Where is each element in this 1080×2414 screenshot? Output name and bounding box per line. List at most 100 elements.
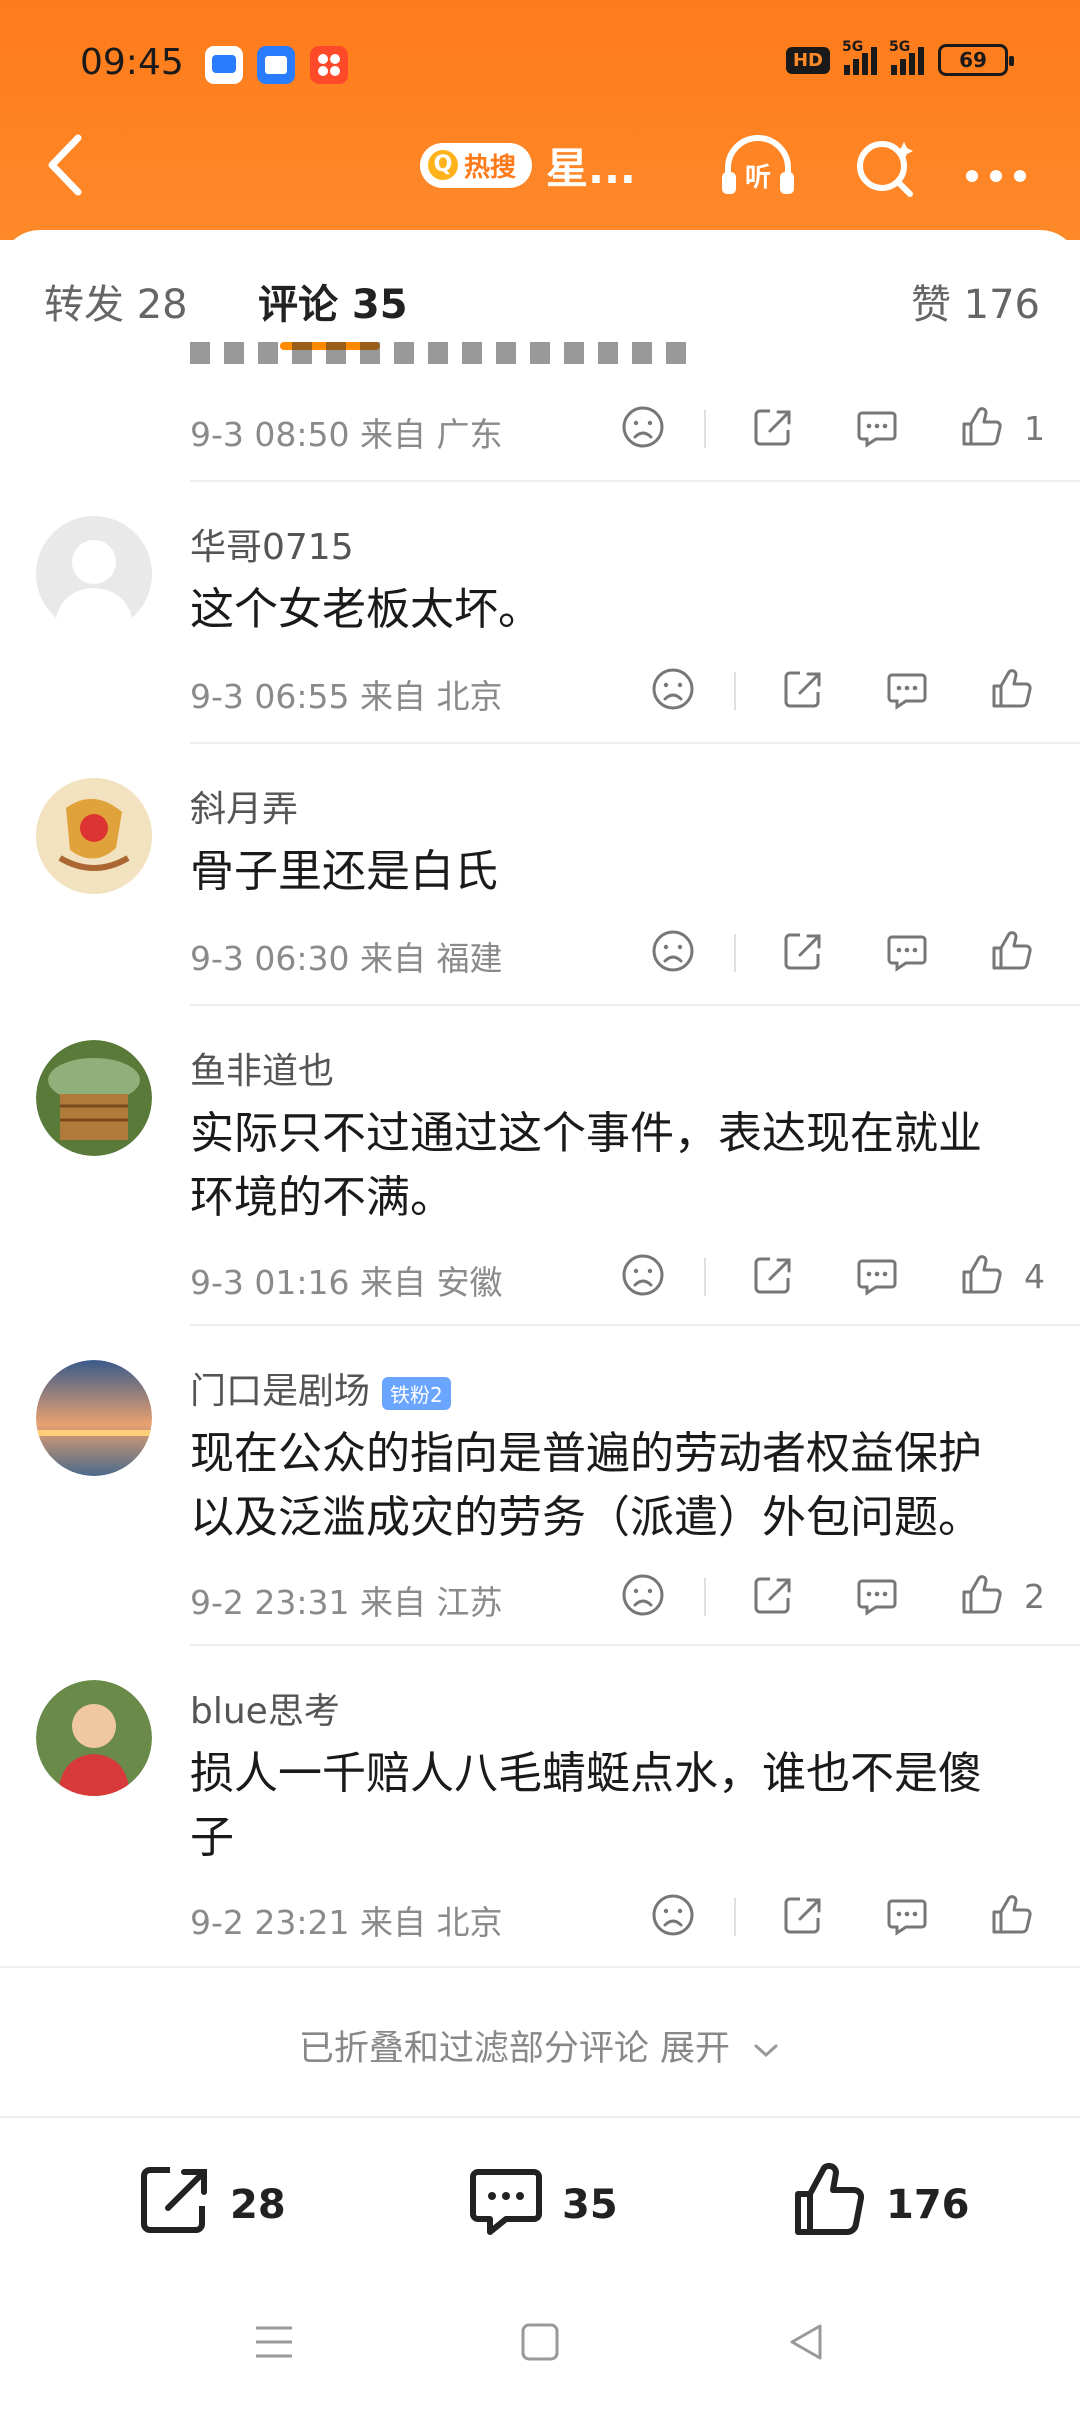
reply-icon[interactable] [884, 666, 934, 716]
avatar[interactable] [36, 1680, 152, 1796]
bottom-action-bar: 28 35 176 [0, 2116, 1080, 2276]
tab-likes[interactable]: 赞 176 [911, 272, 1040, 330]
avatar[interactable] [36, 778, 152, 894]
share-icon[interactable] [780, 666, 830, 716]
avatar[interactable] [36, 1040, 152, 1156]
tab-repost[interactable]: 转发 28 [44, 272, 188, 330]
comment-actions [650, 928, 1070, 978]
comment-item: 斜月弄 骨子里还是白氏 9-3 06:30 来自 福建 [0, 744, 1080, 1006]
comment-username[interactable]: 门口是剧场 铁粉2 [190, 1362, 451, 1414]
comment-username[interactable]: 鱼非道也 [190, 1042, 334, 1094]
dislike-icon[interactable] [650, 1892, 700, 1942]
cloud-app-icon [257, 46, 295, 84]
home-icon[interactable] [518, 2320, 562, 2368]
comment-meta: 9-3 08:50 来自 广东 [190, 415, 503, 454]
comment-meta: 9-2 23:31 来自 江苏 [190, 1583, 503, 1622]
comment-button[interactable]: 35 [466, 2160, 618, 2250]
comment-item: 华哥0715 这个女老板太坏。 9-3 06:55 来自 北京 [0, 482, 1080, 744]
comment-item: blue思考 损人一千赔人八毛蜻蜓点水，谁也不是傻 子 9-2 23:21 来自… [0, 1646, 1080, 1966]
like-icon[interactable] [988, 1892, 1038, 1942]
top-header: 09:45 HD 5G 5G 69 Q 热搜 星... 听 [0, 0, 1080, 240]
menu-icon[interactable] [252, 2320, 296, 2368]
dislike-icon[interactable] [650, 666, 700, 716]
back-arrow-icon[interactable] [38, 130, 98, 200]
comment-actions: 4 [620, 1252, 1060, 1302]
comment-meta: 9-3 01:16 来自 安徽 [190, 1263, 503, 1302]
like-count: 1 [1024, 409, 1045, 448]
hot-search-entry[interactable]: Q 热搜 星... [420, 140, 636, 193]
expand-collapsed-comments[interactable]: 已折叠和过滤部分评论 展开 [0, 2020, 1080, 2071]
hot-search-badge: Q 热搜 [420, 142, 533, 188]
clock: 09:45 [80, 42, 184, 83]
battery-icon: 69 [938, 44, 1014, 76]
page-title: 星... [546, 143, 636, 193]
avatar[interactable] [36, 1360, 152, 1476]
share-icon[interactable] [780, 928, 830, 978]
reply-icon[interactable] [884, 928, 934, 978]
reply-icon[interactable] [854, 1572, 904, 1622]
comment-meta: 9-2 23:21 来自 北京 [190, 1903, 503, 1942]
comment-item: 鱼非道也 实际只不过通过这个事件，表达现在就业 环境的不满。 9-3 01:16… [0, 1006, 1080, 1326]
action-divider [734, 1898, 736, 1936]
chevron-down-icon [751, 2030, 781, 2070]
comment-actions: 2 [620, 1572, 1060, 1622]
tab-comments[interactable]: 评论 35 [258, 272, 408, 330]
comment-text: 实际只不过通过这个事件，表达现在就业 环境的不满。 [190, 1108, 982, 1223]
tab-bar: 转发 28 评论 35 赞 176 [0, 230, 1080, 360]
reply-icon[interactable] [854, 1252, 904, 1302]
like-icon[interactable] [988, 928, 1038, 978]
status-indicators: HD 5G 5G 69 [785, 39, 1014, 76]
comment-text: 这个女老板太坏。 [190, 584, 542, 635]
share-icon[interactable] [750, 404, 800, 454]
comment-meta: 9-3 06:30 来自 福建 [190, 939, 503, 978]
shop-app-icon [310, 46, 348, 84]
comment-username[interactable]: 斜月弄 [190, 780, 298, 832]
dislike-icon[interactable] [620, 1572, 670, 1622]
share-icon[interactable] [750, 1572, 800, 1622]
avatar[interactable] [36, 516, 152, 632]
app-notification-icon [205, 46, 243, 84]
comment-text: 损人一千赔人八毛蜻蜓点水，谁也不是傻 子 [190, 1748, 982, 1863]
signal-icon: 5G [842, 39, 877, 75]
action-divider [734, 934, 736, 972]
dislike-icon[interactable] [620, 1252, 670, 1302]
comment-item-partial: 9-3 08:50 来自 广东 1 [0, 342, 1080, 482]
comment-actions [650, 1892, 1070, 1942]
status-bar: 09:45 HD 5G 5G 69 [0, 30, 1080, 100]
comment-text: 骨子里还是白氏 [190, 846, 498, 897]
comment-username[interactable]: 华哥0715 [190, 518, 354, 570]
reply-icon[interactable] [854, 404, 904, 454]
action-divider [704, 410, 706, 448]
fan-badge: 铁粉2 [382, 1376, 451, 1410]
nav-bar: Q 热搜 星... 听 [0, 120, 1080, 210]
like-icon[interactable] [958, 404, 1008, 454]
comment-actions [650, 666, 1070, 716]
system-nav-bar [0, 2300, 1080, 2390]
back-icon[interactable] [784, 2320, 828, 2368]
comment-text: 现在公众的指向是普遍的劳动者权益保护 以及泛滥成灾的劳务（派遣）外包问题。 [190, 1428, 982, 1543]
reply-icon[interactable] [884, 1892, 934, 1942]
partial-text-fragment [190, 342, 690, 368]
comment-actions: 1 [620, 404, 1060, 454]
dislike-icon[interactable] [620, 404, 670, 454]
dislike-icon[interactable] [650, 928, 700, 978]
svg-text:听: 听 [745, 163, 771, 193]
search-icon[interactable] [846, 134, 926, 200]
like-count: 2 [1024, 1577, 1045, 1616]
signal-icon-2: 5G [889, 39, 924, 75]
share-icon[interactable] [780, 1892, 830, 1942]
like-icon[interactable] [958, 1572, 1008, 1622]
like-icon[interactable] [958, 1252, 1008, 1302]
listen-icon[interactable]: 听 [718, 134, 798, 200]
comment-item: 门口是剧场 铁粉2 现在公众的指向是普遍的劳动者权益保护 以及泛滥成灾的劳务（派遣… [0, 1326, 1080, 1646]
share-icon[interactable] [750, 1252, 800, 1302]
like-icon[interactable] [988, 666, 1038, 716]
share-icon [134, 2160, 214, 2250]
more-icon[interactable] [956, 134, 1036, 200]
comment-username[interactable]: blue思考 [190, 1682, 340, 1734]
like-button[interactable]: 176 [790, 2160, 970, 2250]
repost-button[interactable]: 28 [134, 2160, 286, 2250]
comment-meta: 9-3 06:55 来自 北京 [190, 677, 503, 716]
search-mini-icon: Q [428, 150, 458, 180]
like-count: 4 [1024, 1257, 1045, 1296]
